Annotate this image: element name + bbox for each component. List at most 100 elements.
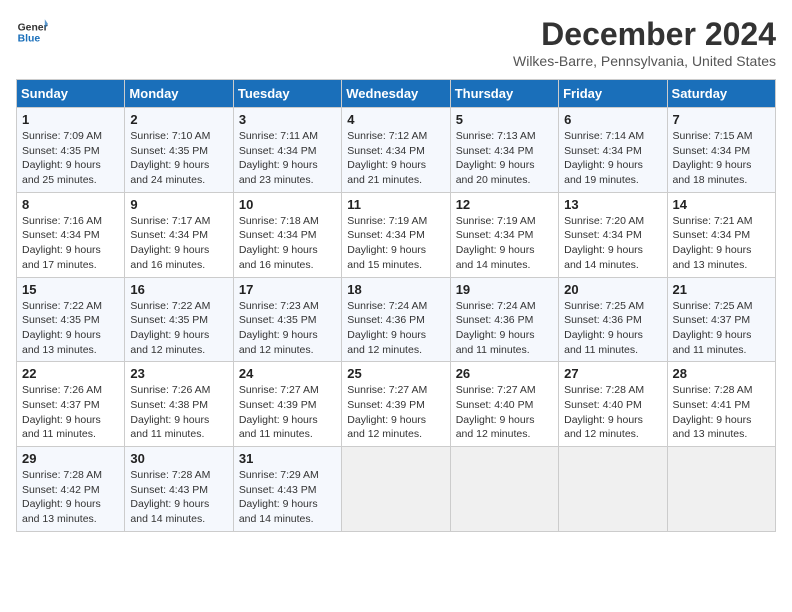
calendar-day-cell: 10Sunrise: 7:18 AMSunset: 4:34 PMDayligh… xyxy=(233,192,341,277)
title-area: December 2024 Wilkes-Barre, Pennsylvania… xyxy=(513,16,776,69)
calendar-week-row: 15 Sunrise: 7:22 AMSunset: 4:35 PMDayligh… xyxy=(17,277,776,362)
day-info: Sunrise: 7:28 AMSunset: 4:43 PMDaylight:… xyxy=(130,469,210,525)
weekday-header-cell: Friday xyxy=(559,80,667,108)
calendar-day-cell: 15 Sunrise: 7:22 AMSunset: 4:35 PMDayligh… xyxy=(17,277,125,362)
day-info: Sunrise: 7:29 AMSunset: 4:43 PMDaylight:… xyxy=(239,469,319,525)
day-info: Sunrise: 7:27 AMSunset: 4:39 PMDaylight:… xyxy=(347,384,427,440)
day-number: 24 xyxy=(239,366,336,381)
day-number: 27 xyxy=(564,366,661,381)
calendar-day-cell: 14 Sunrise: 7:21 AMSunset: 4:34 PMDayligh… xyxy=(667,192,775,277)
day-info: Sunrise: 7:26 AMSunset: 4:37 PMDaylight:… xyxy=(22,384,102,440)
calendar-day-cell: 28 Sunrise: 7:28 AMSunset: 4:41 PMDayligh… xyxy=(667,362,775,447)
calendar-day-cell: 12Sunrise: 7:19 AMSunset: 4:34 PMDayligh… xyxy=(450,192,558,277)
day-number: 6 xyxy=(564,112,661,127)
day-info: Sunrise: 7:27 AMSunset: 4:39 PMDaylight:… xyxy=(239,384,319,440)
day-info: Sunrise: 7:25 AMSunset: 4:36 PMDaylight:… xyxy=(564,300,644,356)
day-number: 10 xyxy=(239,197,336,212)
calendar-day-cell: 22 Sunrise: 7:26 AMSunset: 4:37 PMDayligh… xyxy=(17,362,125,447)
day-info: Sunrise: 7:28 AMSunset: 4:41 PMDaylight:… xyxy=(673,384,753,440)
day-number: 25 xyxy=(347,366,444,381)
day-number: 7 xyxy=(673,112,770,127)
calendar-day-cell: 6 Sunrise: 7:14 AMSunset: 4:34 PMDaylight… xyxy=(559,108,667,193)
weekday-header-cell: Wednesday xyxy=(342,80,450,108)
day-info: Sunrise: 7:13 AMSunset: 4:34 PMDaylight:… xyxy=(456,130,536,186)
day-info: Sunrise: 7:19 AMSunset: 4:34 PMDaylight:… xyxy=(347,215,427,271)
day-number: 30 xyxy=(130,451,227,466)
day-number: 26 xyxy=(456,366,553,381)
calendar-day-cell: 13 Sunrise: 7:20 AMSunset: 4:34 PMDayligh… xyxy=(559,192,667,277)
day-info: Sunrise: 7:28 AMSunset: 4:42 PMDaylight:… xyxy=(22,469,102,525)
header: General Blue December 2024 Wilkes-Barre,… xyxy=(16,16,776,69)
calendar-week-row: 8 Sunrise: 7:16 AMSunset: 4:34 PMDaylight… xyxy=(17,192,776,277)
day-number: 29 xyxy=(22,451,119,466)
day-number: 22 xyxy=(22,366,119,381)
calendar-day-cell: 25 Sunrise: 7:27 AMSunset: 4:39 PMDayligh… xyxy=(342,362,450,447)
day-number: 9 xyxy=(130,197,227,212)
calendar-day-cell: 31 Sunrise: 7:29 AMSunset: 4:43 PMDayligh… xyxy=(233,447,341,532)
calendar-week-row: 29 Sunrise: 7:28 AMSunset: 4:42 PMDayligh… xyxy=(17,447,776,532)
weekday-header-cell: Monday xyxy=(125,80,233,108)
day-number: 21 xyxy=(673,282,770,297)
month-title: December 2024 xyxy=(513,16,776,53)
day-info: Sunrise: 7:26 AMSunset: 4:38 PMDaylight:… xyxy=(130,384,210,440)
calendar-day-cell xyxy=(559,447,667,532)
calendar-day-cell: 4 Sunrise: 7:12 AMSunset: 4:34 PMDaylight… xyxy=(342,108,450,193)
day-number: 19 xyxy=(456,282,553,297)
day-number: 2 xyxy=(130,112,227,127)
day-info: Sunrise: 7:15 AMSunset: 4:34 PMDaylight:… xyxy=(673,130,753,186)
calendar-day-cell: 26 Sunrise: 7:27 AMSunset: 4:40 PMDayligh… xyxy=(450,362,558,447)
calendar-day-cell: 24 Sunrise: 7:27 AMSunset: 4:39 PMDayligh… xyxy=(233,362,341,447)
day-info: Sunrise: 7:09 AMSunset: 4:35 PMDaylight:… xyxy=(22,130,102,186)
day-number: 20 xyxy=(564,282,661,297)
day-number: 13 xyxy=(564,197,661,212)
calendar-day-cell: 18 Sunrise: 7:24 AMSunset: 4:36 PMDayligh… xyxy=(342,277,450,362)
location: Wilkes-Barre, Pennsylvania, United State… xyxy=(513,53,776,69)
calendar-day-cell xyxy=(450,447,558,532)
day-number: 15 xyxy=(22,282,119,297)
weekday-header-cell: Sunday xyxy=(17,80,125,108)
calendar-day-cell: 5 Sunrise: 7:13 AMSunset: 4:34 PMDaylight… xyxy=(450,108,558,193)
calendar-day-cell: 29 Sunrise: 7:28 AMSunset: 4:42 PMDayligh… xyxy=(17,447,125,532)
day-number: 23 xyxy=(130,366,227,381)
calendar-day-cell: 11Sunrise: 7:19 AMSunset: 4:34 PMDayligh… xyxy=(342,192,450,277)
weekday-header: SundayMondayTuesdayWednesdayThursdayFrid… xyxy=(17,80,776,108)
calendar-day-cell: 17Sunrise: 7:23 AMSunset: 4:35 PMDayligh… xyxy=(233,277,341,362)
day-number: 1 xyxy=(22,112,119,127)
calendar-week-row: 22 Sunrise: 7:26 AMSunset: 4:37 PMDayligh… xyxy=(17,362,776,447)
logo: General Blue xyxy=(16,16,48,48)
calendar-day-cell xyxy=(342,447,450,532)
day-info: Sunrise: 7:22 AMSunset: 4:35 PMDaylight:… xyxy=(22,300,102,356)
day-info: Sunrise: 7:17 AMSunset: 4:34 PMDaylight:… xyxy=(130,215,210,271)
calendar-day-cell: 8 Sunrise: 7:16 AMSunset: 4:34 PMDaylight… xyxy=(17,192,125,277)
calendar-day-cell: 19Sunrise: 7:24 AMSunset: 4:36 PMDayligh… xyxy=(450,277,558,362)
day-number: 5 xyxy=(456,112,553,127)
day-number: 14 xyxy=(673,197,770,212)
calendar-day-cell xyxy=(667,447,775,532)
day-info: Sunrise: 7:12 AMSunset: 4:34 PMDaylight:… xyxy=(347,130,427,186)
day-info: Sunrise: 7:24 AMSunset: 4:36 PMDaylight:… xyxy=(347,300,427,356)
calendar-day-cell: 3Sunrise: 7:11 AMSunset: 4:34 PMDaylight… xyxy=(233,108,341,193)
calendar-day-cell: 30 Sunrise: 7:28 AMSunset: 4:43 PMDayligh… xyxy=(125,447,233,532)
calendar-week-row: 1 Sunrise: 7:09 AMSunset: 4:35 PMDaylight… xyxy=(17,108,776,193)
calendar-day-cell: 9 Sunrise: 7:17 AMSunset: 4:34 PMDaylight… xyxy=(125,192,233,277)
day-number: 18 xyxy=(347,282,444,297)
day-info: Sunrise: 7:21 AMSunset: 4:34 PMDaylight:… xyxy=(673,215,753,271)
day-number: 3 xyxy=(239,112,336,127)
day-number: 8 xyxy=(22,197,119,212)
day-info: Sunrise: 7:22 AMSunset: 4:35 PMDaylight:… xyxy=(130,300,210,356)
calendar-day-cell: 7 Sunrise: 7:15 AMSunset: 4:34 PMDaylight… xyxy=(667,108,775,193)
calendar-table: SundayMondayTuesdayWednesdayThursdayFrid… xyxy=(16,79,776,532)
day-info: Sunrise: 7:10 AMSunset: 4:35 PMDaylight:… xyxy=(130,130,210,186)
calendar-day-cell: 27Sunrise: 7:28 AMSunset: 4:40 PMDayligh… xyxy=(559,362,667,447)
day-number: 16 xyxy=(130,282,227,297)
day-info: Sunrise: 7:14 AMSunset: 4:34 PMDaylight:… xyxy=(564,130,644,186)
logo-icon: General Blue xyxy=(16,16,48,48)
day-info: Sunrise: 7:27 AMSunset: 4:40 PMDaylight:… xyxy=(456,384,536,440)
day-number: 4 xyxy=(347,112,444,127)
calendar-body: 1 Sunrise: 7:09 AMSunset: 4:35 PMDaylight… xyxy=(17,108,776,532)
day-number: 28 xyxy=(673,366,770,381)
day-info: Sunrise: 7:16 AMSunset: 4:34 PMDaylight:… xyxy=(22,215,102,271)
calendar-day-cell: 16 Sunrise: 7:22 AMSunset: 4:35 PMDayligh… xyxy=(125,277,233,362)
day-number: 31 xyxy=(239,451,336,466)
day-info: Sunrise: 7:20 AMSunset: 4:34 PMDaylight:… xyxy=(564,215,644,271)
